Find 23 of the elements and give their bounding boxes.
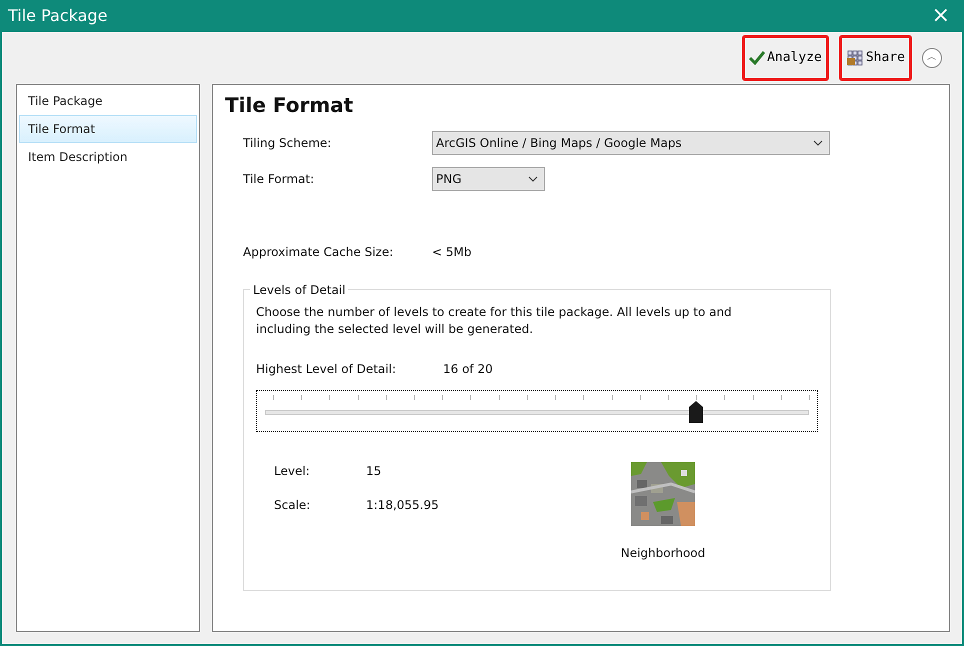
sidebar-item[interactable]: Tile Package: [19, 87, 197, 115]
panel-heading: Tile Format: [225, 93, 354, 117]
description-text: Choose the number of levels to create for this tile package. All levels up to and including the selected level will be generated.: [256, 304, 733, 338]
preview-caption: Neighborhood: [620, 545, 706, 562]
level-label: Level:: [274, 463, 311, 480]
field-label: Tile Format:: [243, 171, 316, 188]
close-button[interactable]: ×: [926, 5, 956, 27]
dropdown[interactable]: ArcGIS Online / Bing Maps / Google Maps: [432, 131, 830, 155]
scale-label: Scale:: [274, 497, 312, 514]
highest-level-value: 16 of 20: [443, 361, 493, 378]
level-value: 15: [366, 463, 382, 480]
window-title: Tile Package: [8, 5, 108, 27]
share-button[interactable]: Share: [838, 35, 912, 81]
analyze-button[interactable]: Analyze: [742, 35, 829, 81]
collapse-button[interactable]: ︿: [922, 48, 942, 68]
highest-level-label: Highest Level of Detail:: [256, 361, 397, 378]
field-label: Tiling Scheme:: [243, 135, 332, 152]
dropdown[interactable]: PNG: [432, 167, 545, 191]
scale-value: 1:18,055.95: [366, 497, 440, 514]
cache-size-value: < 5Mb: [432, 244, 472, 261]
sidebar-item[interactable]: Item Description: [19, 143, 197, 171]
sidebar-item[interactable]: Tile Format: [19, 115, 197, 143]
cache-size-label: Approximate Cache Size:: [243, 244, 394, 261]
